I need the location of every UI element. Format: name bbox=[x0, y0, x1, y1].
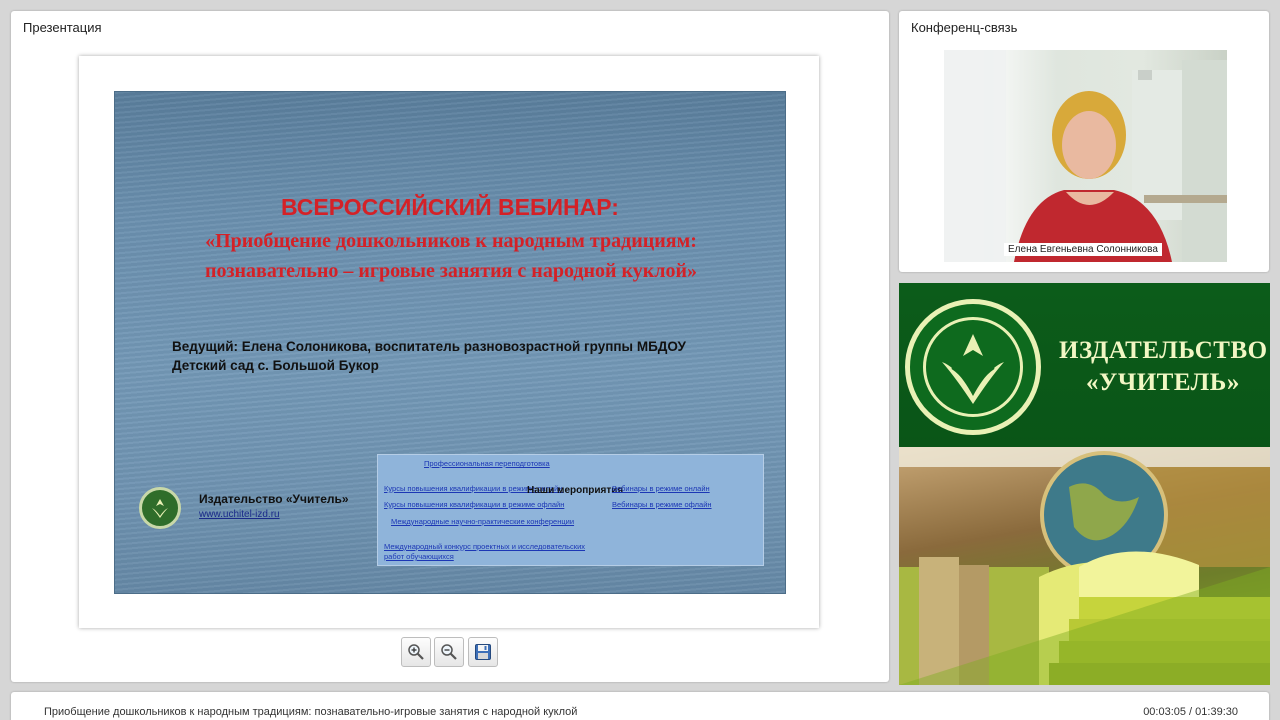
link-contest-line1[interactable]: Международный конкурс проектных и исслед… bbox=[384, 542, 585, 551]
speaker-video-frame bbox=[944, 50, 1227, 262]
publisher-logo-icon bbox=[139, 487, 181, 529]
events-links-box: Профессиональная переподготовка Курсы по… bbox=[377, 454, 764, 566]
presentation-panel: Презентация ВСЕРОССИЙСКИЙ ВЕБИНАР: «Прио… bbox=[11, 11, 889, 682]
slide-publisher-name: Издательство «Учитель» bbox=[199, 492, 349, 506]
link-contest-line2[interactable]: работ обучающихся bbox=[384, 552, 454, 561]
ad-title-line2: «УЧИТЕЛЬ» bbox=[1086, 369, 1240, 396]
link-conferences[interactable]: Международные научно-практические конфер… bbox=[391, 517, 574, 526]
slide-host-line1: Ведущий: Елена Солоникова, воспитатель р… bbox=[172, 339, 686, 354]
ad-banner-top: ИЗДАТЕЛЬСТВО «УЧИТЕЛЬ» bbox=[899, 283, 1270, 447]
speaker-video[interactable]: Елена Евгеньевна Солонникова bbox=[944, 50, 1227, 262]
link-webinars-offline[interactable]: Вебинары в режиме офлайн bbox=[612, 500, 712, 509]
zoom-in-button[interactable] bbox=[401, 637, 431, 667]
presentation-slide: ВСЕРОССИЙСКИЙ ВЕБИНАР: «Приобщение дошко… bbox=[114, 91, 786, 594]
footer-webinar-title: Приобщение дошкольников к народным тради… bbox=[44, 706, 578, 718]
slide-host-info: Ведущий: Елена Солоникова, воспитатель р… bbox=[172, 337, 686, 375]
slide-host-line2: Детский сад с. Большой Букор bbox=[172, 358, 379, 373]
floppy-disk-icon bbox=[475, 644, 491, 660]
publisher-ad-banner[interactable]: ИЗДАТЕЛЬСТВО «УЧИТЕЛЬ» bbox=[899, 283, 1270, 685]
presentation-panel-title: Презентация bbox=[23, 20, 102, 35]
footer-bar: Приобщение дошкольников к народным тради… bbox=[11, 692, 1269, 720]
publisher-emblem-mark bbox=[942, 334, 1004, 404]
zoom-in-icon bbox=[408, 644, 424, 660]
slide-publisher-url[interactable]: www.uchitel-izd.ru bbox=[199, 509, 280, 520]
zoom-out-icon bbox=[441, 644, 457, 660]
link-courses-offline[interactable]: Курсы повышения квалификации в режиме оф… bbox=[384, 500, 564, 509]
speaker-name-caption: Елена Евгеньевна Солонникова bbox=[1004, 243, 1162, 256]
zoom-out-button[interactable] bbox=[434, 637, 464, 667]
playback-time: 00:03:05 / 01:39:30 bbox=[1143, 706, 1238, 718]
save-button[interactable] bbox=[468, 637, 498, 667]
slide-subheading: «Приобщение дошкольников к народным трад… bbox=[204, 230, 698, 282]
publisher-emblem-inner-ring bbox=[923, 317, 1023, 417]
books-globe-illustration bbox=[899, 447, 1270, 685]
slide-heading: ВСЕРОССИЙСКИЙ ВЕБИНАР: bbox=[281, 194, 619, 220]
conference-panel-title: Конференц-связь bbox=[911, 20, 1018, 35]
link-webinars-online[interactable]: Вебинары в режиме онлайн bbox=[612, 484, 710, 493]
ad-title-line1: ИЗДАТЕЛЬСТВО bbox=[1059, 337, 1268, 364]
conference-panel: Конференц-связь Елена Евгеньевна Солонни… bbox=[899, 11, 1269, 272]
events-title: Наши мероприятия bbox=[527, 485, 624, 496]
slide-frame: ВСЕРОССИЙСКИЙ ВЕБИНАР: «Приобщение дошко… bbox=[79, 56, 819, 628]
ad-banner-image bbox=[899, 447, 1270, 685]
publisher-emblem-icon bbox=[905, 299, 1041, 435]
link-retraining[interactable]: Профессиональная переподготовка bbox=[424, 459, 550, 468]
